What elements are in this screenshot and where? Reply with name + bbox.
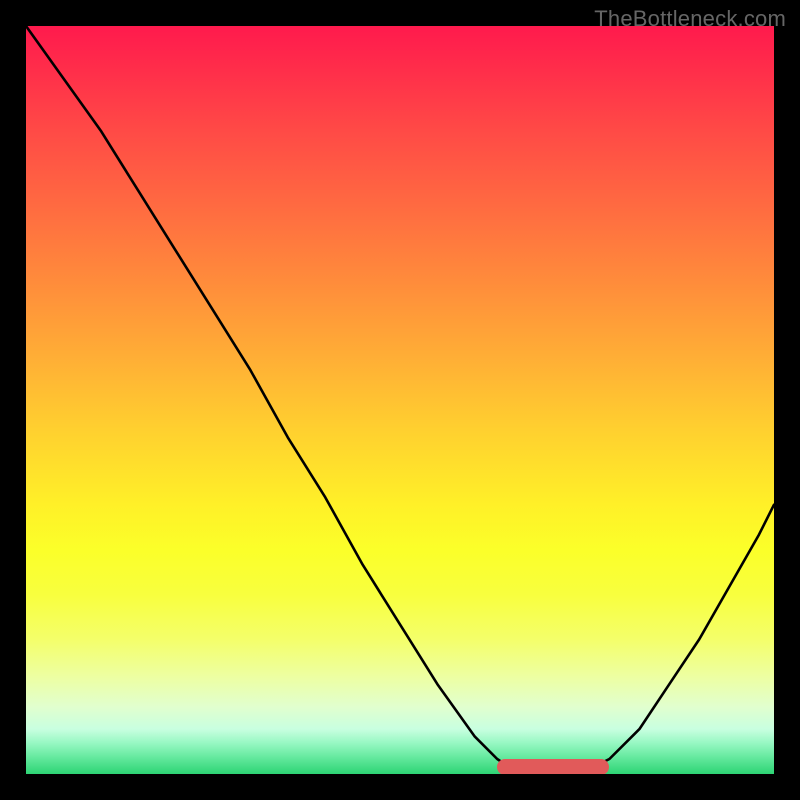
chart-frame bbox=[26, 26, 774, 774]
optimal-range-highlight bbox=[497, 759, 609, 774]
curve-layer bbox=[26, 26, 774, 774]
bottleneck-curve bbox=[26, 26, 774, 774]
plot-area bbox=[26, 26, 774, 774]
watermark-text: TheBottleneck.com bbox=[594, 6, 786, 32]
